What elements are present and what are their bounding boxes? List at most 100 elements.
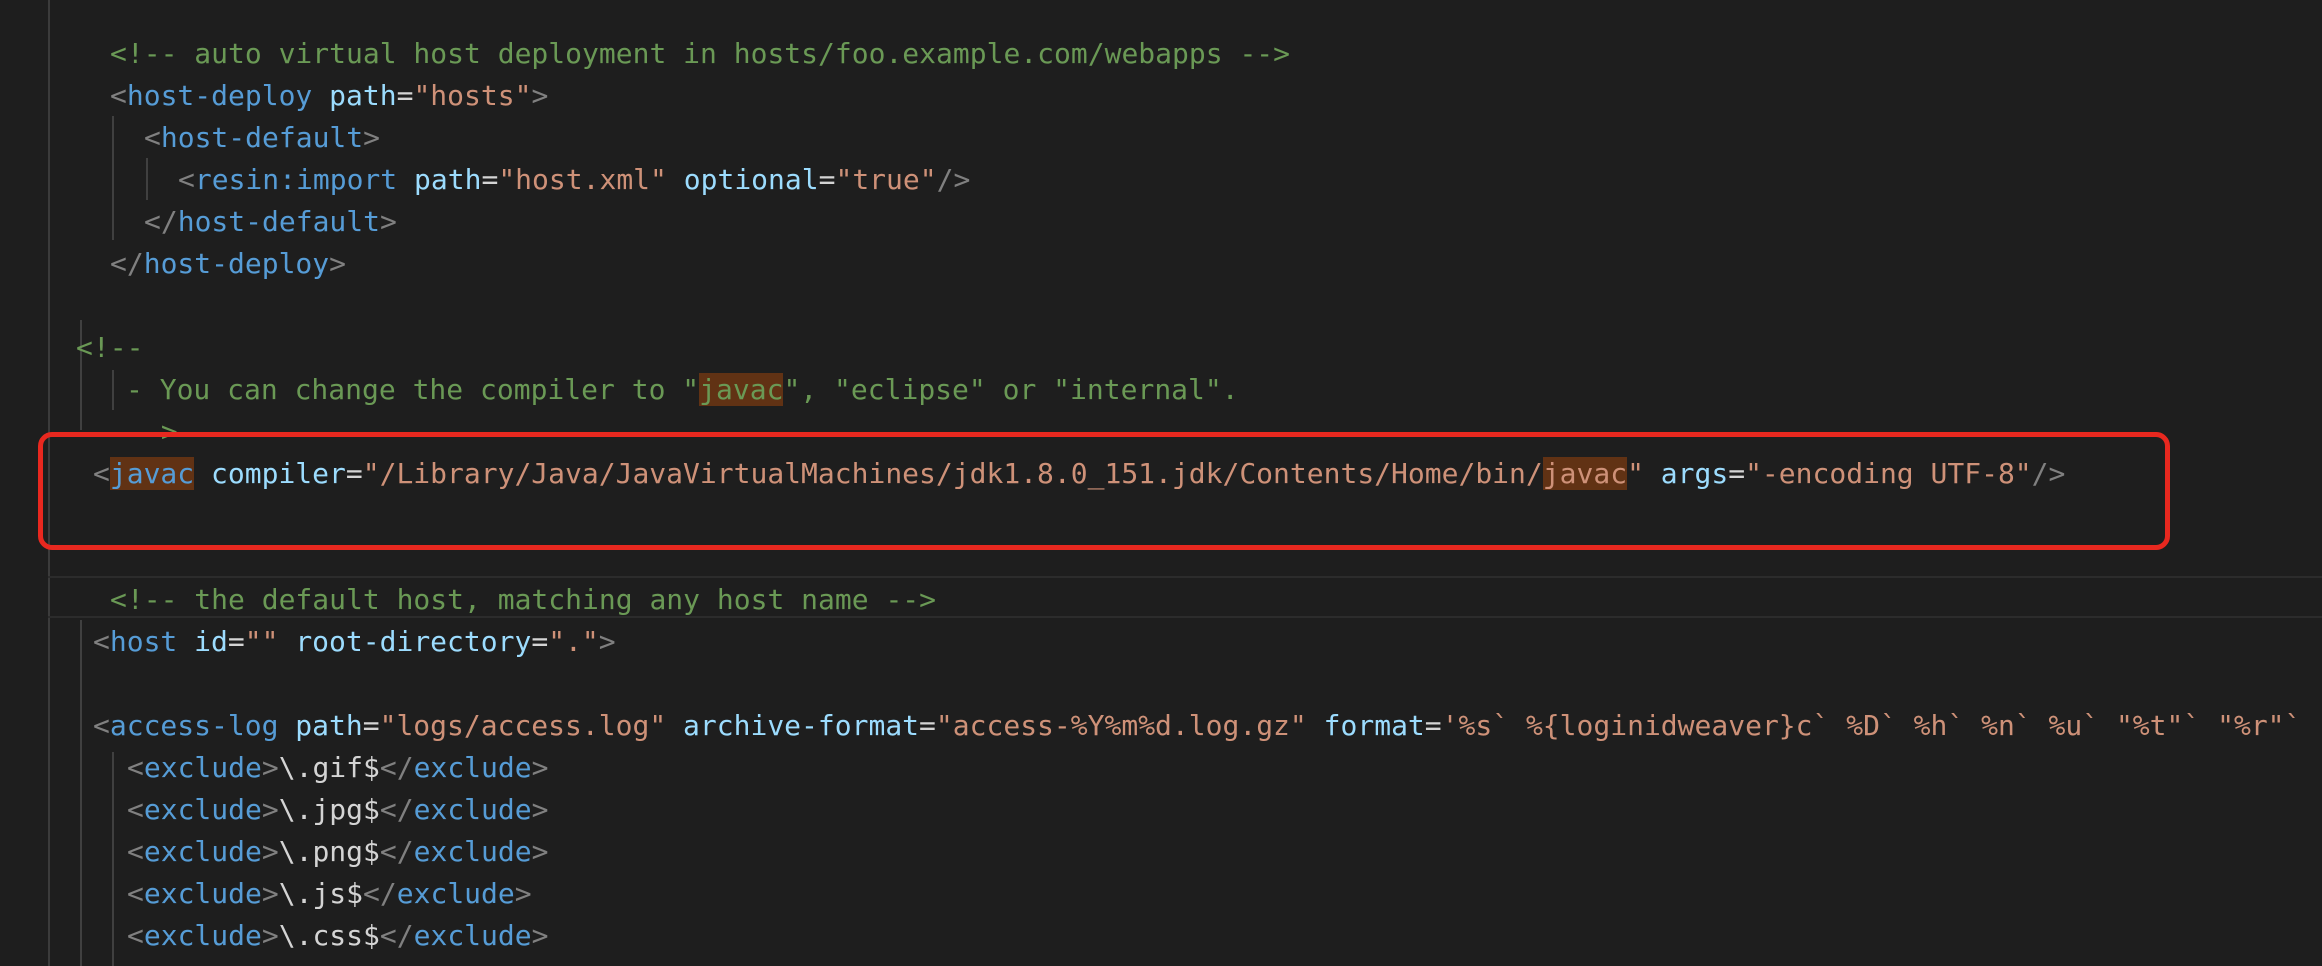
code-line[interactable]: <access-log path="logs/access.log" archi… [93, 705, 2301, 747]
code-token: > [531, 835, 549, 868]
code-token: < [93, 709, 110, 742]
code-token: host-default [160, 121, 364, 154]
code-token: exclude [413, 751, 532, 784]
code-token: "host.xml" [498, 163, 667, 196]
code-token: < [110, 79, 127, 112]
code-token: > [261, 793, 279, 826]
code-line[interactable]: <host-deploy path="hosts"> [110, 75, 548, 117]
code-token: access-log [109, 709, 279, 742]
code-line[interactable]: - You can change the compiler to "javac"… [126, 369, 1239, 411]
code-token: > [598, 625, 616, 658]
code-line[interactable]: <exclude>\.png$</exclude> [127, 831, 548, 873]
code-token: < [127, 919, 144, 952]
code-token: > [261, 835, 279, 868]
code-token: < [93, 625, 110, 658]
code-token: path [329, 79, 397, 112]
code-token: > [261, 751, 279, 784]
code-line[interactable]: </host-deploy> [110, 243, 346, 285]
code-token: exclude [143, 919, 262, 952]
code-token: > [380, 205, 397, 238]
code-token: - You can change the compiler to " [126, 373, 700, 406]
code-token: > [363, 121, 381, 154]
code-token: exclude [413, 919, 532, 952]
indent-guide [112, 370, 114, 410]
code-token: host [109, 625, 178, 658]
code-token: exclude [413, 793, 532, 826]
code-token: <!-- auto virtual host deployment in hos… [110, 37, 1291, 70]
code-token: </ [363, 877, 397, 910]
code-token: "logs/access.log" [379, 709, 667, 742]
code-token: > [329, 247, 347, 280]
code-token: "." [548, 625, 599, 658]
code-line[interactable]: <exclude>\.css$</exclude> [127, 915, 548, 957]
code-token: </ [110, 247, 144, 280]
code-token: optional [683, 163, 819, 196]
code-line[interactable]: <exclude>\.jpg$</exclude> [127, 789, 548, 831]
code-token: > [531, 793, 549, 826]
code-token: host-deploy [126, 79, 313, 112]
indent-guide [112, 116, 114, 240]
indent-guide [146, 158, 148, 200]
code-token: = [1424, 709, 1442, 742]
code-token: "access-%Y%m%d.log.gz" [935, 709, 1307, 742]
code-token: exclude [143, 793, 262, 826]
code-token: \.png$ [278, 835, 380, 868]
code-token: = [531, 625, 549, 658]
code-token: < [127, 751, 144, 784]
code-token: > [531, 751, 549, 784]
code-line[interactable]: <!-- the default host, matching any host… [110, 579, 936, 621]
code-line[interactable]: <host id="" root-directory="."> [93, 621, 616, 663]
code-token: exclude [396, 877, 515, 910]
indent-guide [112, 752, 114, 966]
code-line[interactable]: <resin:import path="host.xml" optional="… [178, 159, 970, 201]
code-token: = [481, 163, 499, 196]
code-token: path [414, 163, 482, 196]
code-line[interactable]: <exclude>\.js$</exclude> [127, 873, 532, 915]
code-token: "hosts" [413, 79, 532, 112]
code-token: host-default [177, 205, 381, 238]
code-token: "true" [835, 163, 937, 196]
code-token: id [194, 625, 228, 658]
code-token: format [1323, 709, 1425, 742]
code-token: <!-- the default host, matching any host… [110, 583, 937, 616]
red-highlight-box [38, 432, 2170, 550]
code-token: > [531, 919, 549, 952]
code-line[interactable]: <!-- [76, 327, 143, 369]
code-token: > [261, 919, 279, 952]
code-token: < [144, 121, 161, 154]
code-line[interactable]: <!-- auto virtual host deployment in hos… [110, 33, 1290, 75]
code-token: exclude [413, 835, 532, 868]
code-token: < [178, 163, 195, 196]
code-token: > [514, 877, 532, 910]
code-line[interactable]: </host-default> [144, 201, 397, 243]
code-token: = [919, 709, 936, 742]
search-match-highlight: javac [699, 373, 784, 406]
code-line[interactable]: <host-default> [144, 117, 380, 159]
code-token: '%s` %{loginidweaver}c` %D` %h` %n` %u` … [1441, 709, 2302, 742]
code-token: <!-- [76, 331, 144, 364]
code-token: > [531, 79, 549, 112]
code-token: host-deploy [143, 247, 330, 280]
code-token: \.css$ [278, 919, 380, 952]
code-token: path [295, 709, 363, 742]
code-token: </ [144, 205, 178, 238]
code-token: /> [936, 163, 971, 196]
code-token: exclude [143, 751, 262, 784]
code-editor[interactable]: <!-- auto virtual host deployment in hos… [0, 0, 2322, 966]
code-token: ", "eclipse" or "internal". [783, 373, 1239, 406]
indent-guide [80, 620, 82, 966]
code-token: > [261, 877, 279, 910]
code-token: resin:import [194, 163, 398, 196]
code-token: = [818, 163, 836, 196]
code-token: = [362, 709, 380, 742]
code-token: </ [379, 919, 414, 952]
code-line[interactable]: <exclude>\.gif$</exclude> [127, 747, 548, 789]
